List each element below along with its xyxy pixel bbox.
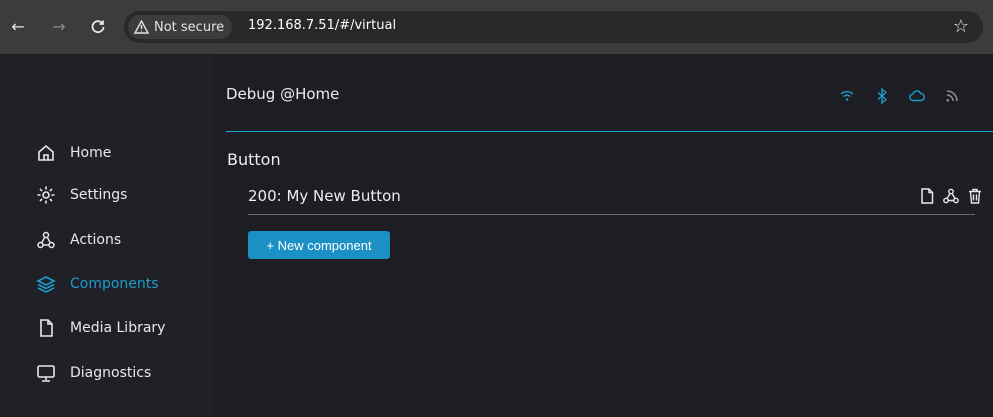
sidebar-item-diagnostics[interactable]: Diagnostics: [36, 362, 151, 384]
browser-toolbar: ← → Not secure 192.168.7.51/#/virtual ☆: [0, 0, 993, 54]
file-icon: [40, 319, 53, 337]
cloud-icon: [909, 90, 925, 102]
rss-icon: [946, 90, 958, 102]
sidebar-item-label: Actions: [70, 232, 122, 248]
list-item[interactable]: 200: My New Button: [248, 185, 993, 215]
component-label: 200: My New Button: [248, 187, 401, 205]
sidebar-item-media-library[interactable]: Media Library: [36, 317, 165, 339]
reload-icon[interactable]: [86, 15, 110, 39]
file-icon[interactable]: [918, 187, 936, 205]
layers-icon: [36, 276, 56, 293]
row-divider: [248, 214, 975, 215]
bluetooth-icon: [877, 87, 888, 105]
back-icon[interactable]: ←: [6, 15, 30, 39]
monitor-icon: [37, 365, 55, 382]
sidebar-item-home[interactable]: Home: [36, 142, 111, 164]
forward-icon[interactable]: →: [47, 15, 71, 39]
sidebar-item-components[interactable]: Components: [36, 273, 159, 295]
sidebar-item-label: Components: [70, 276, 159, 292]
bookmark-star-icon[interactable]: ☆: [949, 15, 973, 39]
sidebar-item-label: Media Library: [70, 320, 166, 336]
url-text[interactable]: 192.168.7.51/#/virtual: [248, 18, 396, 33]
row-actions: [918, 187, 984, 205]
page-title: Debug @Home: [226, 85, 340, 103]
app-window: Home Settings Actions Components Media L…: [0, 54, 993, 417]
section-title: Button: [227, 150, 281, 169]
gear-icon: [37, 186, 55, 204]
header-divider: [226, 131, 993, 132]
sidebar-item-label: Home: [70, 145, 112, 161]
wifi-icon: [840, 91, 854, 101]
sidebar-item-settings[interactable]: Settings: [36, 184, 127, 206]
sidebar-item-actions[interactable]: Actions: [36, 229, 121, 251]
sidebar-item-label: Diagnostics: [70, 365, 152, 381]
security-label: Not secure: [154, 19, 225, 35]
actions-icon[interactable]: [942, 187, 960, 205]
status-icons: [838, 85, 961, 107]
home-icon: [38, 144, 54, 161]
new-component-button[interactable]: + New component: [248, 231, 390, 259]
address-bar[interactable]: Not secure 192.168.7.51/#/virtual ☆: [124, 11, 983, 43]
sidebar: Home Settings Actions Components Media L…: [0, 54, 213, 417]
trash-icon[interactable]: [966, 187, 984, 205]
actions-icon: [37, 231, 55, 249]
security-chip[interactable]: Not secure: [128, 15, 233, 39]
sidebar-item-label: Settings: [70, 187, 128, 203]
warning-icon: [134, 20, 149, 34]
